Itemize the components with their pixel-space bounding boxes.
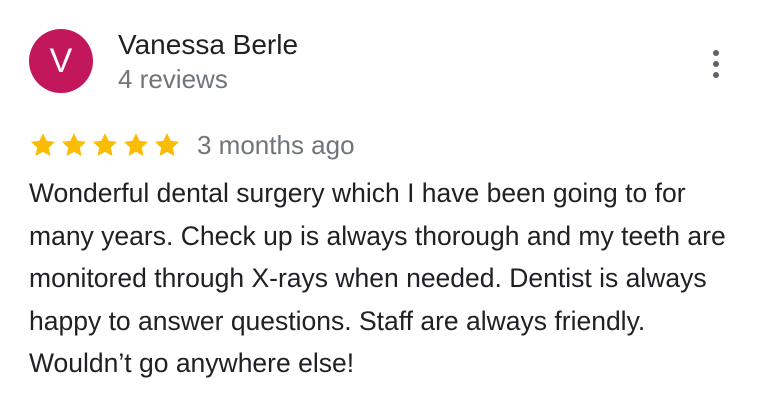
star-icon	[30, 133, 56, 156]
reviewer-avatar[interactable]: V	[29, 29, 93, 93]
star-icon	[61, 133, 87, 156]
more-options-button[interactable]	[700, 44, 732, 84]
star-icon	[154, 133, 180, 156]
more-vert-icon-dot	[713, 50, 719, 56]
avatar-initial: V	[49, 41, 73, 80]
reviewer-name[interactable]: Vanessa Berle	[118, 28, 298, 62]
review-card: V Vanessa Berle 4 reviews 3 months ago W…	[0, 0, 762, 410]
review-text: Wonderful dental surgery which I have be…	[29, 178, 726, 378]
review-count[interactable]: 4 reviews	[118, 63, 228, 95]
review-date: 3 months ago	[197, 129, 355, 160]
more-vert-icon-dot	[713, 61, 719, 67]
star-icon	[92, 133, 118, 156]
star-rating	[29, 131, 181, 159]
star-icon	[123, 133, 149, 156]
more-vert-icon-dot	[713, 72, 719, 78]
rating-row: 3 months ago	[29, 126, 355, 164]
